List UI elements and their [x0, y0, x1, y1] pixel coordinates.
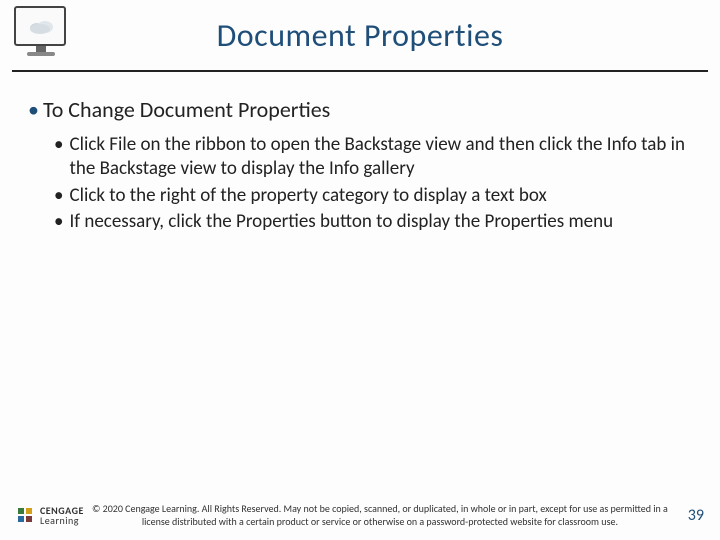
- slide-footer: CENGAGE Learning © 2020 Cengage Learning…: [0, 503, 720, 528]
- page-number: 39: [676, 506, 704, 525]
- main-bullet-text: To Change Document Properties: [43, 96, 330, 123]
- sub-bullet-text: Click to the right of the property categ…: [69, 184, 692, 208]
- sub-bullet: • Click to the right of the property cat…: [54, 184, 692, 208]
- sub-bullet-text: If necessary, click the Properties butto…: [69, 210, 692, 234]
- sub-bullet: • Click File on the ribbon to open the B…: [54, 133, 692, 182]
- main-bullet: •To Change Document Properties: [28, 96, 692, 123]
- sub-bullet-list: • Click File on the ribbon to open the B…: [28, 133, 692, 234]
- monitor-cloud-icon: [14, 6, 68, 64]
- bullet-dot-icon: •: [54, 210, 63, 234]
- sub-bullet: • If necessary, click the Properties but…: [54, 210, 692, 234]
- slide-content: •To Change Document Properties • Click F…: [0, 72, 720, 234]
- slide-header: Document Properties: [12, 0, 708, 72]
- copyright-text: © 2020 Cengage Learning. All Rights Rese…: [84, 503, 676, 528]
- bullet-dot-icon: •: [28, 96, 39, 123]
- sub-bullet-text: Click File on the ribbon to open the Bac…: [69, 133, 692, 182]
- cengage-logo: CENGAGE Learning: [16, 506, 84, 526]
- bullet-dot-icon: •: [54, 133, 63, 182]
- cengage-logo-text: CENGAGE Learning: [40, 506, 84, 526]
- bullet-dot-icon: •: [54, 184, 63, 208]
- cengage-logo-bottom: Learning: [40, 516, 84, 526]
- cengage-mark-icon: [16, 506, 36, 526]
- slide-title: Document Properties: [12, 16, 708, 55]
